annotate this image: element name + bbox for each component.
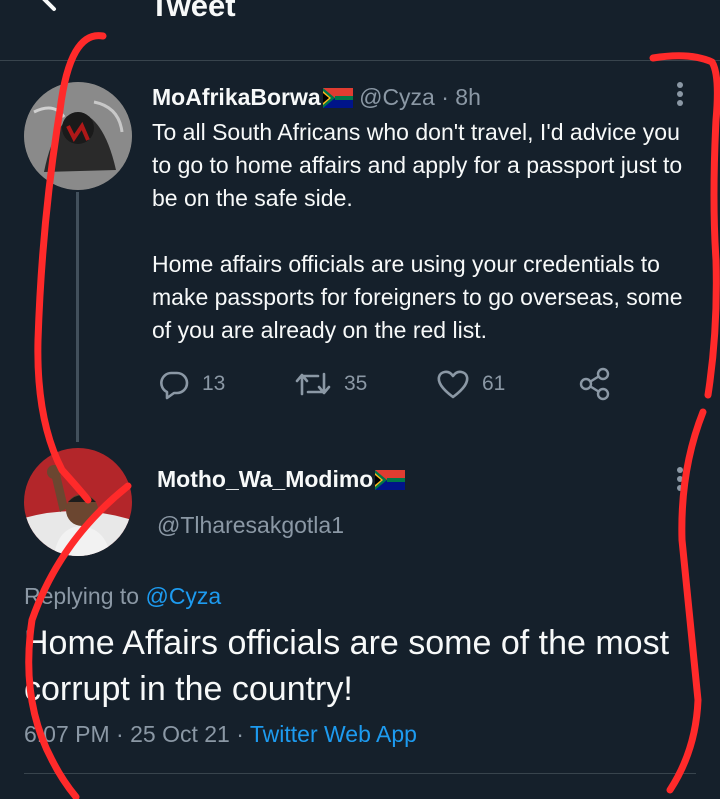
main-tweet-author: Motho_Wa_Modimo bbox=[157, 463, 406, 495]
replying-to-link[interactable]: @Cyza bbox=[145, 583, 221, 609]
share-icon bbox=[579, 367, 610, 401]
like-button[interactable]: 61 bbox=[436, 366, 505, 402]
separator: · bbox=[441, 84, 449, 110]
author-handle[interactable]: @Tlharesakgotla1 bbox=[157, 509, 344, 541]
more-options-icon[interactable] bbox=[676, 467, 684, 495]
south-africa-flag-icon bbox=[322, 88, 353, 108]
avatar[interactable] bbox=[24, 448, 132, 556]
reply-count: 13 bbox=[202, 372, 226, 395]
like-count: 61 bbox=[482, 372, 506, 395]
reply-button[interactable]: 13 bbox=[158, 366, 225, 402]
author-name[interactable]: MoAfrikaBorwa bbox=[152, 84, 321, 110]
tweet-source-link[interactable]: Twitter Web App bbox=[250, 721, 417, 747]
share-button[interactable] bbox=[578, 366, 612, 402]
like-icon bbox=[437, 370, 469, 399]
parent-tweet-text: To all South Africans who don't travel, … bbox=[152, 119, 683, 343]
thread-connector bbox=[76, 192, 79, 442]
replying-prefix: Replying to bbox=[24, 583, 140, 609]
tweet-time[interactable]: 8h bbox=[455, 84, 481, 110]
reply-icon bbox=[160, 371, 189, 400]
avatar[interactable] bbox=[24, 82, 132, 190]
top-bar: Tweet bbox=[0, 0, 720, 61]
author-name[interactable]: Motho_Wa_Modimo bbox=[157, 466, 373, 492]
more-options-icon[interactable] bbox=[676, 82, 684, 110]
tweet-time[interactable]: 6:07 PM bbox=[24, 721, 110, 747]
tweet-date[interactable]: 25 Oct 21 bbox=[130, 721, 230, 747]
separator: · bbox=[236, 721, 244, 747]
back-arrow-icon[interactable] bbox=[36, 0, 76, 18]
retweet-icon bbox=[295, 372, 331, 396]
tweet-meta: 6:07 PM · 25 Oct 21 · Twitter Web App bbox=[24, 718, 417, 750]
retweet-button[interactable]: 35 bbox=[294, 366, 367, 402]
divider bbox=[24, 773, 696, 774]
retweet-count: 35 bbox=[344, 372, 368, 395]
page-title: Tweet bbox=[150, 0, 236, 23]
main-tweet-text: Home Affairs officials are some of the m… bbox=[24, 624, 670, 708]
replying-to: Replying to @Cyza bbox=[24, 580, 221, 612]
author-handle[interactable]: @Cyza bbox=[359, 84, 435, 110]
tweet-actions: 13 35 61 bbox=[158, 366, 618, 402]
parent-tweet-header: MoAfrikaBorwa @Cyza · 8h bbox=[152, 82, 481, 112]
separator: · bbox=[116, 721, 124, 747]
south-africa-flag-icon bbox=[375, 470, 406, 490]
